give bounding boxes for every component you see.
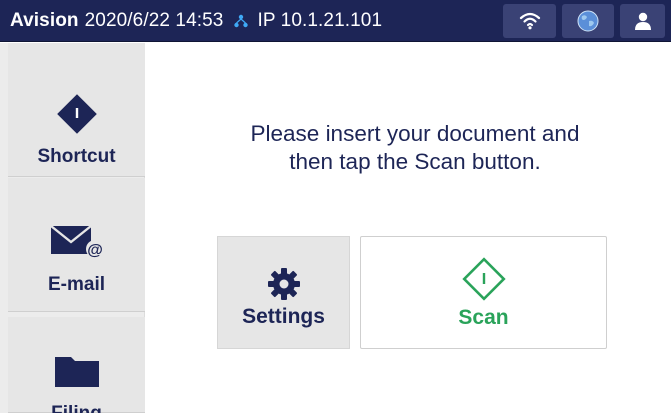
settings-label: Settings (242, 305, 325, 328)
scan-icon (461, 257, 506, 301)
user-icon (634, 12, 651, 30)
globe-button[interactable] (562, 4, 614, 38)
sidebar-item-shortcut[interactable]: Shortcut (8, 43, 145, 177)
sidebar-item-label: E-mail (47, 274, 106, 295)
status-bar: Avision 2020/6/22 14:53 IP 10.1.21.101 (0, 0, 671, 42)
svg-text:@: @ (87, 242, 103, 259)
wifi-button[interactable] (503, 4, 556, 38)
scan-label: Scan (458, 306, 509, 329)
datetime: 2020/6/22 14:53 (84, 10, 224, 31)
status-info: Avision 2020/6/22 14:53 IP 10.1.21.101 (10, 0, 382, 42)
globe-icon (577, 10, 599, 32)
message-line-1: Please insert your document and (250, 121, 580, 146)
scan-button[interactable]: Scan (360, 236, 607, 349)
sidebar-item-label: Filing (8, 403, 145, 413)
network-icon (234, 14, 249, 28)
instruction-message: Please insert your document and then tap… (200, 120, 630, 176)
sidebar-item-email[interactable]: @ E-mail (8, 178, 145, 312)
folder-icon (54, 357, 99, 387)
settings-button[interactable]: Settings (217, 236, 350, 349)
email-icon: @ (49, 225, 104, 259)
gear-icon (267, 268, 300, 300)
ip-address: IP 10.1.21.101 (257, 10, 383, 31)
diamond-icon (56, 94, 97, 134)
sidebar-item-label: Shortcut (37, 146, 116, 167)
wifi-icon (519, 12, 540, 30)
user-button[interactable] (620, 4, 665, 38)
sidebar-item-filing[interactable]: Filing (8, 317, 145, 413)
message-line-2: then tap the Scan button. (289, 149, 541, 174)
brand-name: Avision (10, 10, 79, 31)
